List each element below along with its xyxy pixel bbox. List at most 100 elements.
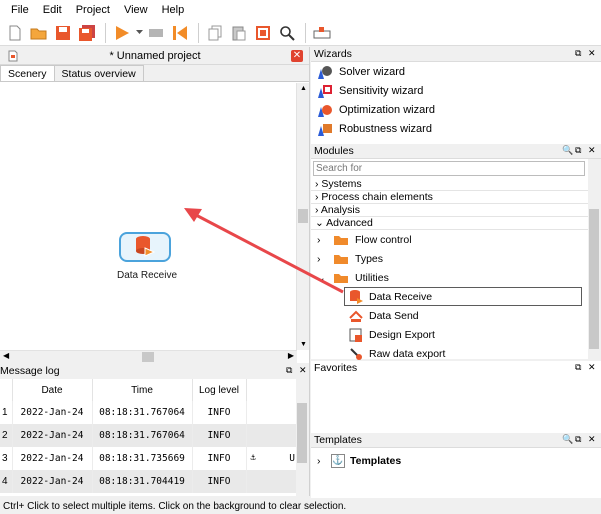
float-icon[interactable]: ⧉ [575, 434, 581, 445]
scenery-canvas[interactable]: Data Receive [0, 83, 297, 350]
run-icon[interactable] [111, 22, 133, 44]
wizard-label: Solver wizard [339, 65, 406, 78]
close-icon[interactable]: ✕ [588, 362, 596, 373]
scrollbar-thumb[interactable] [298, 209, 308, 223]
float-icon[interactable]: ⧉ [575, 362, 581, 373]
plugin-icon[interactable] [311, 22, 333, 44]
menu-bar: File Edit Project View Help [0, 0, 601, 20]
vertical-scrollbar[interactable]: ▲ ▼ [296, 83, 309, 350]
modules-title: Modules [314, 145, 354, 157]
log-level: INFO [192, 424, 247, 447]
log-time: 08:18:31.767064 [92, 424, 193, 447]
menu-edit[interactable]: Edit [36, 0, 69, 20]
data-receive-node[interactable] [117, 232, 175, 268]
paste-icon[interactable] [228, 22, 250, 44]
project-editor: * Unnamed project ✕ Scenery Status overv… [0, 47, 310, 363]
wizard-label: Optimization wizard [339, 103, 435, 116]
scroll-up-icon[interactable]: ▲ [300, 85, 307, 92]
optimization-wizard[interactable]: Optimization wizard [311, 100, 601, 119]
log-time: 08:18:31.704419 [92, 470, 193, 493]
folder-utilities[interactable]: ⌄ Utilities [311, 268, 601, 287]
scrollbar-thumb[interactable] [297, 403, 307, 463]
category-process-chain-elements[interactable]: › Process chain elements [311, 191, 601, 204]
float-icon[interactable]: ⧉ [575, 145, 581, 156]
close-icon[interactable]: ✕ [299, 365, 307, 376]
run-dropdown-icon[interactable] [135, 22, 143, 44]
module-data-receive[interactable]: Data Receive [344, 287, 582, 306]
column-header-date[interactable]: Date [12, 379, 93, 401]
log-table: Date Time Log level 1 2022-Jan-24 08:18:… [0, 379, 297, 493]
new-file-icon[interactable] [4, 22, 26, 44]
raw-data-export-icon [350, 347, 362, 360]
scrollbar-thumb[interactable] [142, 352, 154, 362]
log-date: 2022-Jan-24 [12, 424, 93, 447]
reset-icon[interactable] [169, 22, 191, 44]
modules-vertical-scrollbar[interactable] [588, 159, 601, 359]
collapse-arrow-icon: ⌄ [317, 271, 326, 284]
search-icon[interactable]: 🔍 [562, 145, 573, 156]
category-systems[interactable]: › Systems [311, 178, 601, 191]
stop-icon[interactable] [145, 22, 167, 44]
search-icon[interactable]: 🔍 [562, 434, 573, 445]
menu-view[interactable]: View [117, 0, 155, 20]
close-icon[interactable]: ✕ [291, 50, 303, 62]
log-vertical-scrollbar[interactable] [296, 379, 309, 496]
scroll-right-icon[interactable]: ▶ [288, 351, 294, 360]
scroll-down-icon[interactable]: ▼ [300, 341, 307, 348]
open-folder-icon [334, 273, 348, 283]
folder-flow-control[interactable]: › Flow control [311, 230, 601, 249]
module-label: Raw data export [369, 347, 446, 360]
close-icon[interactable]: ✕ [588, 434, 596, 445]
column-header-log-level[interactable]: Log level [192, 379, 247, 401]
zoom-icon[interactable] [276, 22, 298, 44]
menu-help[interactable]: Help [155, 0, 192, 20]
menu-file[interactable]: File [4, 0, 36, 20]
float-icon[interactable]: ⧉ [286, 365, 292, 376]
close-icon[interactable]: ✕ [588, 48, 596, 59]
modules-panel: Modules 🔍 ⧉ ✕ Search for › Systems › Pro… [311, 144, 601, 360]
sensitivity-wizard-icon [318, 84, 332, 98]
folder-label: Utilities [355, 271, 389, 284]
fit-view-icon[interactable] [252, 22, 274, 44]
expand-arrow-icon: › [317, 233, 321, 246]
search-input[interactable]: Search for [313, 161, 585, 176]
wizards-panel: Wizards ⧉ ✕ Solver wizard Sensitivity wi… [311, 47, 601, 144]
log-extra [246, 424, 297, 447]
horizontal-scrollbar[interactable]: ◀ ▶ [0, 350, 297, 363]
close-icon[interactable]: ✕ [588, 145, 596, 156]
menu-project[interactable]: Project [69, 0, 117, 20]
module-data-send[interactable]: Data Send [311, 306, 601, 325]
copy-icon[interactable] [204, 22, 226, 44]
table-row[interactable]: 2 2022-Jan-24 08:18:31.767064 INFO [0, 424, 297, 447]
save-all-icon[interactable] [76, 22, 98, 44]
scrollbar-thumb[interactable] [589, 209, 599, 349]
expand-arrow-icon: › [317, 454, 321, 467]
tab-scenery[interactable]: Scenery [0, 65, 55, 81]
log-header: Message log ⧉ ✕ [0, 363, 309, 379]
table-row[interactable]: 3 2022-Jan-24 08:18:31.735669 INFO ⚓ U [0, 447, 297, 470]
editor-title: * Unnamed project [109, 50, 201, 62]
templates-root[interactable]: › ⚓ Templates [311, 451, 601, 470]
save-icon[interactable] [52, 22, 74, 44]
open-folder-icon[interactable] [28, 22, 50, 44]
log-title: Message log [0, 365, 60, 377]
log-extra [246, 401, 297, 424]
table-row[interactable]: 1 2022-Jan-24 08:18:31.767064 INFO [0, 401, 297, 424]
column-header-time[interactable]: Time [92, 379, 193, 401]
robustness-wizard-icon [318, 123, 332, 136]
sensitivity-wizard[interactable]: Sensitivity wizard [311, 81, 601, 100]
tab-status-overview[interactable]: Status overview [53, 65, 144, 81]
folder-types[interactable]: › Types [311, 249, 601, 268]
scroll-left-icon[interactable]: ◀ [3, 351, 9, 360]
module-design-export[interactable]: Design Export [311, 325, 601, 344]
expand-arrow-icon: › [315, 191, 319, 203]
robustness-wizard[interactable]: Robustness wizard [311, 119, 601, 138]
category-analysis[interactable]: › Analysis [311, 204, 601, 217]
favorites-panel: Favorites ⧉ ✕ [311, 361, 601, 433]
float-icon[interactable]: ⧉ [575, 48, 581, 59]
wizards-header: Wizards ⧉ ✕ [311, 47, 601, 62]
table-row[interactable]: 4 2022-Jan-24 08:18:31.704419 INFO [0, 470, 297, 493]
solver-wizard-icon [318, 65, 332, 79]
solver-wizard[interactable]: Solver wizard [311, 62, 601, 81]
category-advanced[interactable]: ⌄ Advanced [311, 217, 601, 230]
